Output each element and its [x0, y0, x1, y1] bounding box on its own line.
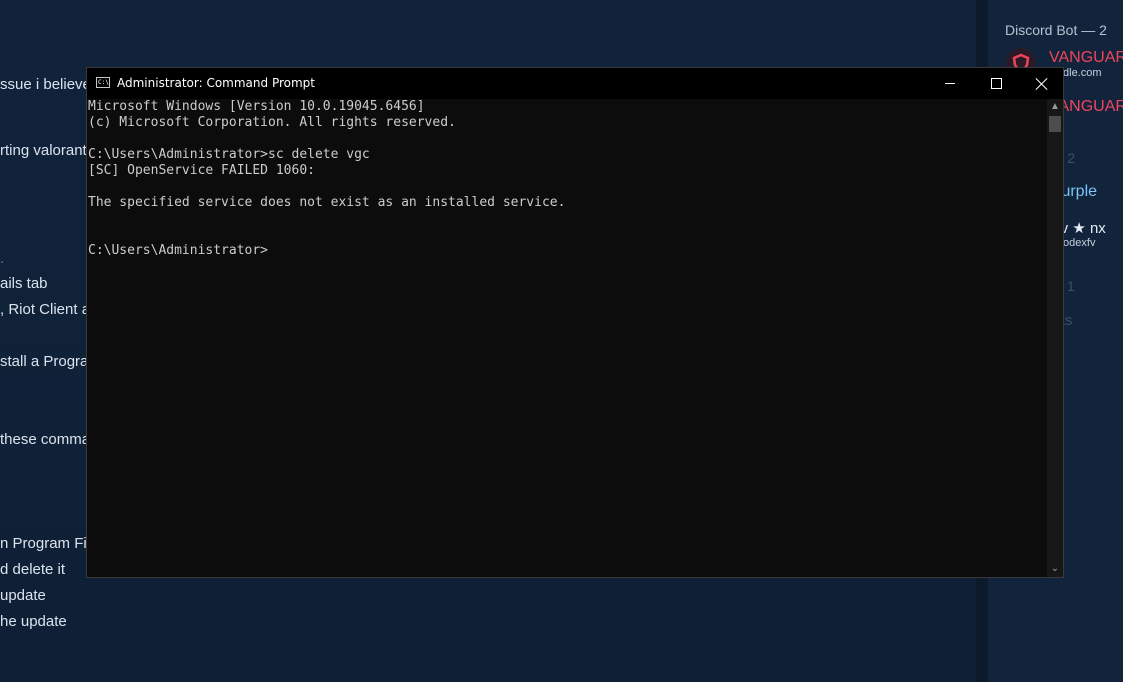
member-section-header: Discord Bot — 2: [1005, 22, 1107, 38]
maximize-button[interactable]: [973, 68, 1019, 99]
cmd-icon[interactable]: C:\: [96, 77, 110, 88]
close-icon: [1036, 78, 1048, 90]
command-prompt-window[interactable]: C:\ Administrator: Command Prompt Micros…: [86, 67, 1064, 578]
console-scrollbar[interactable]: ▲ ⌄: [1047, 99, 1063, 577]
chat-message: ssue i believe: [0, 76, 91, 93]
scrollbar-thumb[interactable]: [1049, 116, 1061, 132]
console-prompt[interactable]: C:\Users\Administrator>: [88, 243, 268, 259]
chat-message: update: [0, 587, 46, 604]
console-line: C:\Users\Administrator>sc delete vgc: [88, 147, 370, 162]
chat-message: ails tab: [0, 275, 48, 292]
title-bar[interactable]: C:\ Administrator: Command Prompt: [87, 68, 1063, 99]
desktop: ssue i believe rting valorant . ails tab…: [0, 0, 1123, 682]
minimize-icon: [945, 83, 955, 84]
console-line: [SC] OpenService FAILED 1060:: [88, 163, 315, 178]
console-line: The specified service does not exist as …: [88, 195, 566, 210]
console-line: (c) Microsoft Corporation. All rights re…: [88, 115, 456, 130]
chat-message: d delete it: [0, 561, 66, 578]
console-line: Microsoft Windows [Version 10.0.19045.64…: [88, 99, 425, 114]
scroll-up-icon[interactable]: ▲: [1047, 99, 1063, 115]
chat-message: he update: [0, 613, 67, 630]
close-button[interactable]: [1019, 68, 1065, 99]
maximize-icon: [990, 78, 1002, 89]
console-output[interactable]: Microsoft Windows [Version 10.0.19045.64…: [87, 99, 1047, 577]
member-name[interactable]: VANGUARD: [1049, 49, 1123, 67]
chat-message: .: [0, 250, 5, 267]
window-title: Administrator: Command Prompt: [117, 76, 315, 90]
scroll-down-icon[interactable]: ⌄: [1047, 561, 1063, 577]
minimize-button[interactable]: [927, 68, 973, 99]
chat-message: rting valorant: [0, 142, 87, 159]
